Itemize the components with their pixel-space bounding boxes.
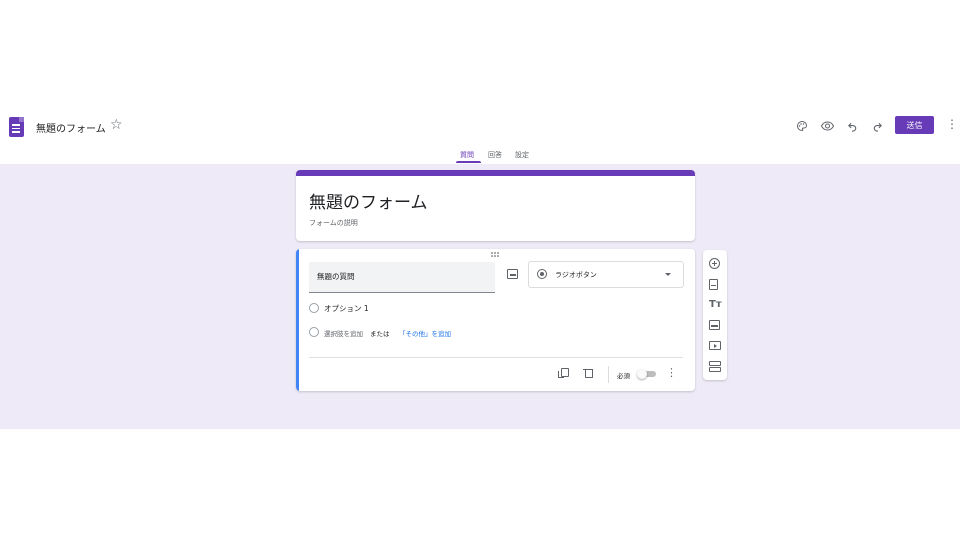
form-description-input[interactable]: フォームの説明 xyxy=(309,218,358,228)
form-title-input[interactable]: 無題のフォーム xyxy=(309,188,428,213)
add-section-icon[interactable] xyxy=(709,361,721,373)
question-type-label: ラジオボタン xyxy=(555,271,597,279)
add-option-radio-icon xyxy=(309,327,319,337)
focus-indicator xyxy=(296,249,299,391)
eye-icon[interactable] xyxy=(818,117,836,135)
add-question-icon[interactable] xyxy=(709,258,720,269)
option-1-input[interactable]: オプション 1 xyxy=(324,303,369,314)
forms-logo-icon[interactable] xyxy=(9,117,24,137)
tab-settings[interactable]: 設定 xyxy=(515,150,529,160)
star-icon[interactable]: ☆ xyxy=(110,117,123,133)
dropdown-arrow-icon xyxy=(665,273,671,276)
add-image-icon[interactable] xyxy=(709,320,720,330)
palette-icon[interactable] xyxy=(793,117,811,135)
more-vert-icon[interactable]: ⋮ xyxy=(946,117,958,131)
radio-button-icon xyxy=(537,269,547,279)
theme-bar xyxy=(296,170,695,176)
undo-icon[interactable] xyxy=(843,117,861,135)
import-questions-icon[interactable] xyxy=(709,279,718,290)
question-title-text: 無題の質問 xyxy=(317,272,355,281)
question-title-input[interactable]: 無題の質問 xyxy=(309,262,495,293)
required-label: 必須 xyxy=(617,372,630,380)
redo-icon[interactable] xyxy=(868,117,886,135)
add-option-link[interactable]: 選択肢を追加 xyxy=(324,328,363,338)
delete-icon[interactable] xyxy=(582,367,594,379)
add-other-link[interactable]: 「その他」を追加 xyxy=(399,328,451,338)
add-video-icon[interactable] xyxy=(709,341,721,350)
tab-questions[interactable]: 質問 xyxy=(460,150,474,160)
floating-toolbar: Tт xyxy=(703,250,727,380)
add-image-icon[interactable] xyxy=(505,266,519,280)
question-type-select[interactable]: ラジオボタン xyxy=(528,261,684,288)
tab-responses[interactable]: 回答 xyxy=(488,150,502,160)
add-title-icon[interactable]: Tт xyxy=(709,299,722,311)
send-button[interactable]: 送信 xyxy=(895,116,934,134)
question-more-icon[interactable]: ⋮ xyxy=(666,366,677,379)
card-footer-divider xyxy=(309,357,683,358)
active-tab-indicator xyxy=(456,161,481,163)
duplicate-icon[interactable] xyxy=(557,367,569,379)
option-radio-icon xyxy=(309,303,319,313)
form-title-header[interactable]: 無題のフォーム xyxy=(36,120,106,135)
drag-handle-icon[interactable] xyxy=(491,252,501,257)
footer-divider xyxy=(608,366,609,383)
or-text: または xyxy=(370,330,390,338)
required-toggle[interactable] xyxy=(637,369,657,379)
form-title-card[interactable]: 無題のフォーム フォームの説明 xyxy=(296,170,695,241)
